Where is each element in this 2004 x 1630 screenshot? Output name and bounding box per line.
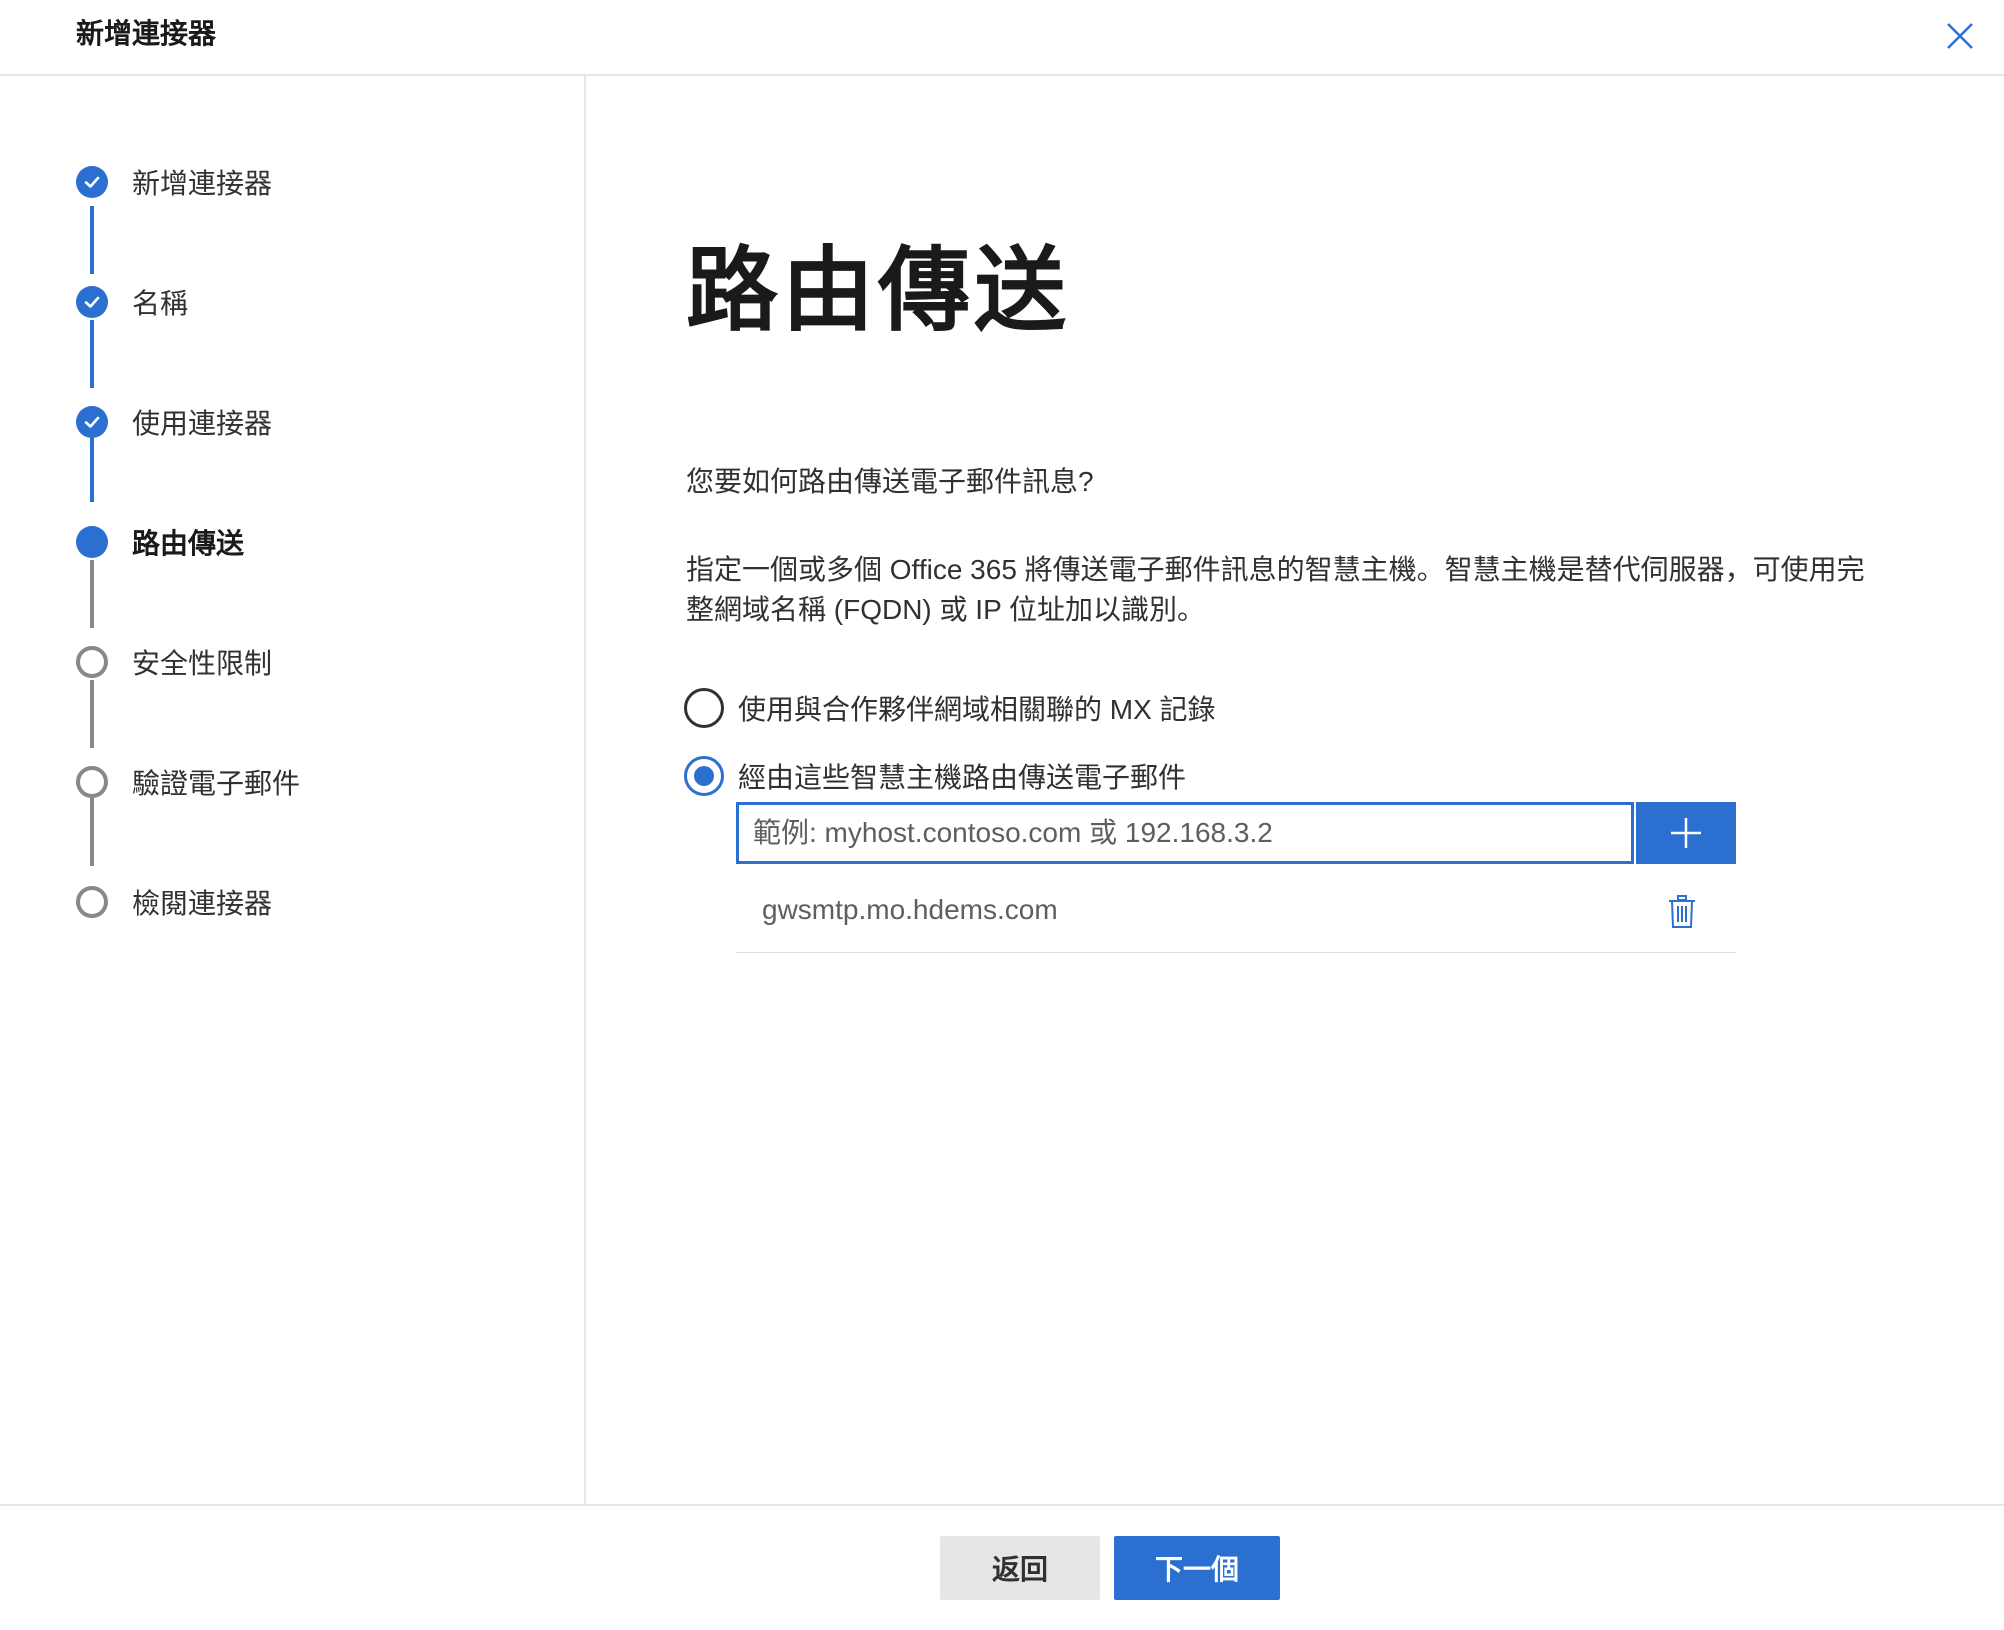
step-label: 路由傳送 [132,528,245,559]
step-pending-icon [76,886,108,918]
dialog-header: 新增連接器 [0,0,2004,76]
step-add-connector[interactable]: 新增連接器 [76,162,272,202]
step-connector [90,560,94,628]
step-routing[interactable]: 路由傳送 [76,522,244,562]
back-button[interactable]: 返回 [940,1536,1100,1600]
checkmark-icon [84,416,100,428]
main-content: 路由傳送 您要如何路由傳送電子郵件訊息? 指定一個或多個 Office 365 … [586,76,2004,1504]
step-label: 檢閱連接器 [132,888,273,919]
delete-host-button[interactable] [1662,890,1702,934]
step-label: 名稱 [132,288,189,319]
smart-host-input[interactable] [739,805,1631,861]
step-validate-email[interactable]: 驗證電子郵件 [76,762,300,802]
step-done-icon [76,286,108,318]
step-use-connector[interactable]: 使用連接器 [76,402,272,442]
add-connector-dialog: 新增連接器 新增連接器 名稱 使用連接器 路由傳送 安全性限制 驗證電子郵件 檢… [0,0,2004,1630]
radio-label: 經由這些智慧主機路由傳送電子郵件 [738,762,1187,793]
step-done-icon [76,166,108,198]
step-done-icon [76,406,108,438]
step-label: 使用連接器 [132,408,273,439]
step-connector [90,206,94,274]
radio-unchecked-icon [684,688,724,728]
step-review-connector[interactable]: 檢閱連接器 [76,882,272,922]
step-pending-icon [76,766,108,798]
smart-host-input-wrapper [736,802,1634,864]
close-icon [1947,23,1973,49]
routing-description: 指定一個或多個 Office 365 將傳送電子郵件訊息的智慧主機。智慧主機是替… [686,554,1865,625]
checkmark-icon [84,296,100,308]
step-label: 新增連接器 [132,168,273,199]
step-label: 安全性限制 [132,648,273,679]
host-name: gwsmtp.mo.hdems.com [762,894,1058,925]
dialog-title: 新增連接器 [76,18,217,49]
step-current-icon [76,526,108,558]
next-button[interactable]: 下一個 [1114,1536,1280,1600]
step-security-restrictions[interactable]: 安全性限制 [76,642,272,682]
radio-dot [694,766,714,786]
wizard-stepper: 新增連接器 名稱 使用連接器 路由傳送 安全性限制 驗證電子郵件 檢閱連接器 [0,76,586,1504]
trash-icon [1669,895,1695,928]
add-host-button[interactable] [1636,802,1736,864]
step-pending-icon [76,646,108,678]
checkmark-icon [84,176,100,188]
plus-icon [1671,818,1701,848]
host-list-item: gwsmtp.mo.hdems.com [736,876,1736,953]
close-button[interactable] [1938,14,1982,58]
page-title: 路由傳送 [686,240,1071,342]
radio-checked-icon [684,756,724,796]
radio-mx-record[interactable]: 使用與合作夥伴網域相關聯的 MX 記錄 [684,686,1216,730]
radio-smart-hosts[interactable]: 經由這些智慧主機路由傳送電子郵件 [684,754,1186,798]
radio-label: 使用與合作夥伴網域相關聯的 MX 記錄 [738,694,1216,725]
step-connector [90,680,94,748]
routing-question: 您要如何路由傳送電子郵件訊息? [686,466,1094,497]
step-connector [90,434,94,502]
step-name[interactable]: 名稱 [76,282,188,322]
step-connector [90,320,94,388]
dialog-footer: 返回 下一個 [0,1504,2004,1630]
step-connector [90,798,94,866]
step-label: 驗證電子郵件 [132,768,301,799]
